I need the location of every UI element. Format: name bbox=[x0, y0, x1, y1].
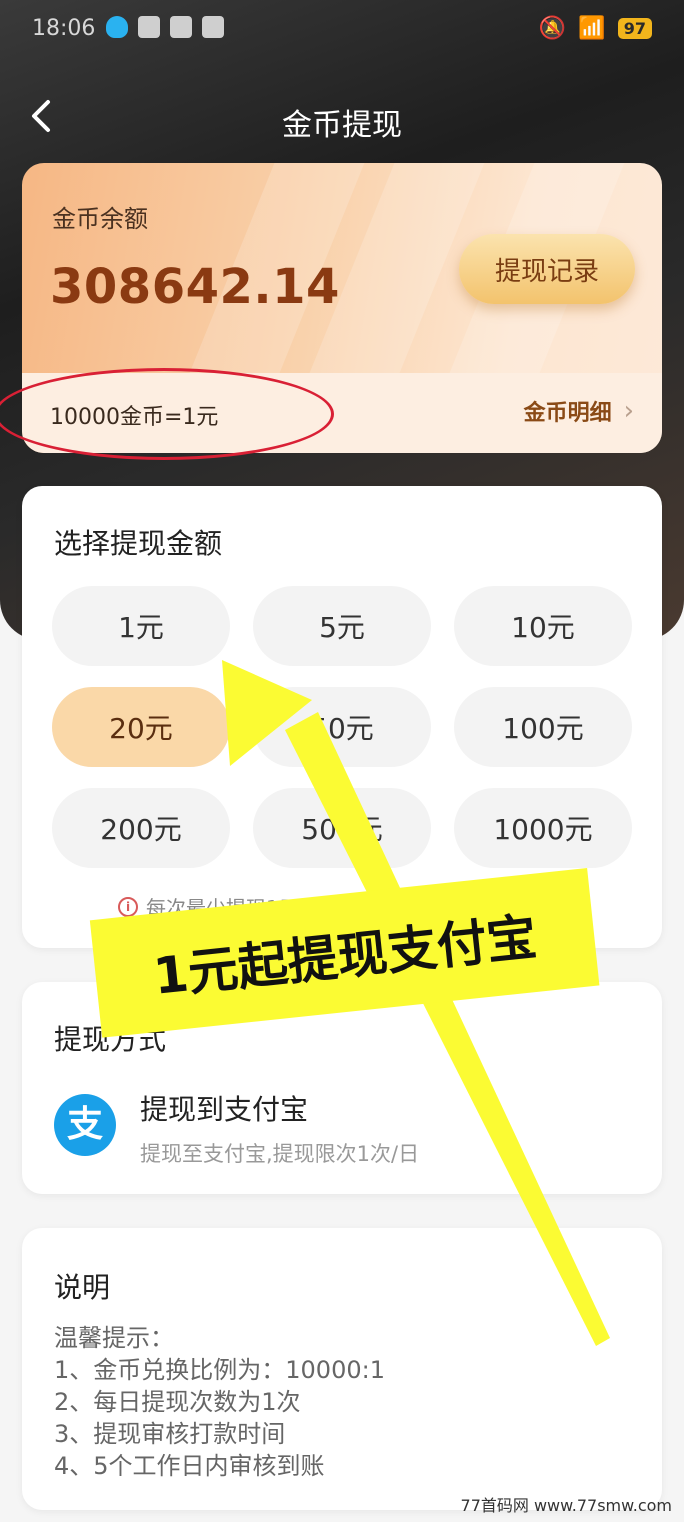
status-right: 🔕 📶 97 bbox=[539, 16, 652, 41]
mute-icon: 🔕 bbox=[538, 16, 567, 41]
nav-bar: 金币提现 bbox=[0, 90, 684, 150]
amount-option[interactable]: 500元 bbox=[253, 788, 431, 868]
note-line: 2、每日提现次数为1次 bbox=[54, 1388, 301, 1416]
signal-icon: 📶 bbox=[578, 16, 606, 41]
info-icon: i bbox=[118, 896, 138, 917]
amount-option-selected[interactable]: 20元 bbox=[52, 687, 230, 767]
note-line: 温馨提示： bbox=[54, 1324, 174, 1352]
coin-detail-link[interactable]: 金币明细 › bbox=[524, 395, 634, 427]
amount-option[interactable]: 1000元 bbox=[454, 788, 632, 868]
alipay-icon: 支 bbox=[54, 1094, 116, 1156]
payment-method-desc: 提现至支付宝,提现限次1次/日 bbox=[140, 1142, 420, 1166]
qq-icon bbox=[106, 16, 128, 38]
balance-value: 308642.14 bbox=[50, 259, 340, 315]
message-icon bbox=[202, 16, 224, 38]
note-line: 4、5个工作日内审核到账 bbox=[54, 1452, 325, 1480]
calendar-icon bbox=[170, 16, 192, 38]
amount-section-title: 选择提现金额 bbox=[54, 527, 223, 560]
notes-list: 温馨提示： 1、金币兑换比例为：10000:1 2、每日提现次数为1次 3、提现… bbox=[54, 1322, 385, 1482]
balance-label: 金币余额 bbox=[52, 205, 148, 233]
amount-option[interactable]: 1元 bbox=[52, 586, 230, 666]
amount-option[interactable]: 50元 bbox=[253, 687, 431, 767]
status-bar: 18:06 🔕 📶 97 bbox=[0, 0, 684, 62]
watermark: 77首码网 www.77smw.com bbox=[460, 1496, 672, 1515]
withdraw-record-button[interactable]: 提现记录 bbox=[459, 234, 635, 304]
amount-option[interactable]: 200元 bbox=[52, 788, 230, 868]
status-time: 18:06 bbox=[32, 16, 96, 41]
coin-detail-label: 金币明细 bbox=[523, 401, 612, 426]
battery-level: 97 bbox=[617, 18, 652, 39]
notification-icons bbox=[106, 16, 224, 38]
amount-option[interactable]: 100元 bbox=[454, 687, 632, 767]
chevron-right-icon: › bbox=[623, 396, 634, 426]
highlight-circle bbox=[0, 368, 334, 460]
notes-card: 说明 温馨提示： 1、金币兑换比例为：10000:1 2、每日提现次数为1次 3… bbox=[22, 1228, 662, 1510]
amount-option[interactable]: 5元 bbox=[253, 586, 431, 666]
note-line: 3、提现审核打款时间 bbox=[54, 1420, 286, 1448]
app-notification-icon bbox=[138, 16, 160, 38]
notes-title: 说明 bbox=[54, 1271, 111, 1304]
amount-option[interactable]: 10元 bbox=[454, 586, 632, 666]
page-title: 金币提现 bbox=[282, 108, 402, 143]
note-line: 1、金币兑换比例为：10000:1 bbox=[54, 1356, 385, 1384]
payment-method-name[interactable]: 提现到支付宝 bbox=[140, 1088, 308, 1128]
